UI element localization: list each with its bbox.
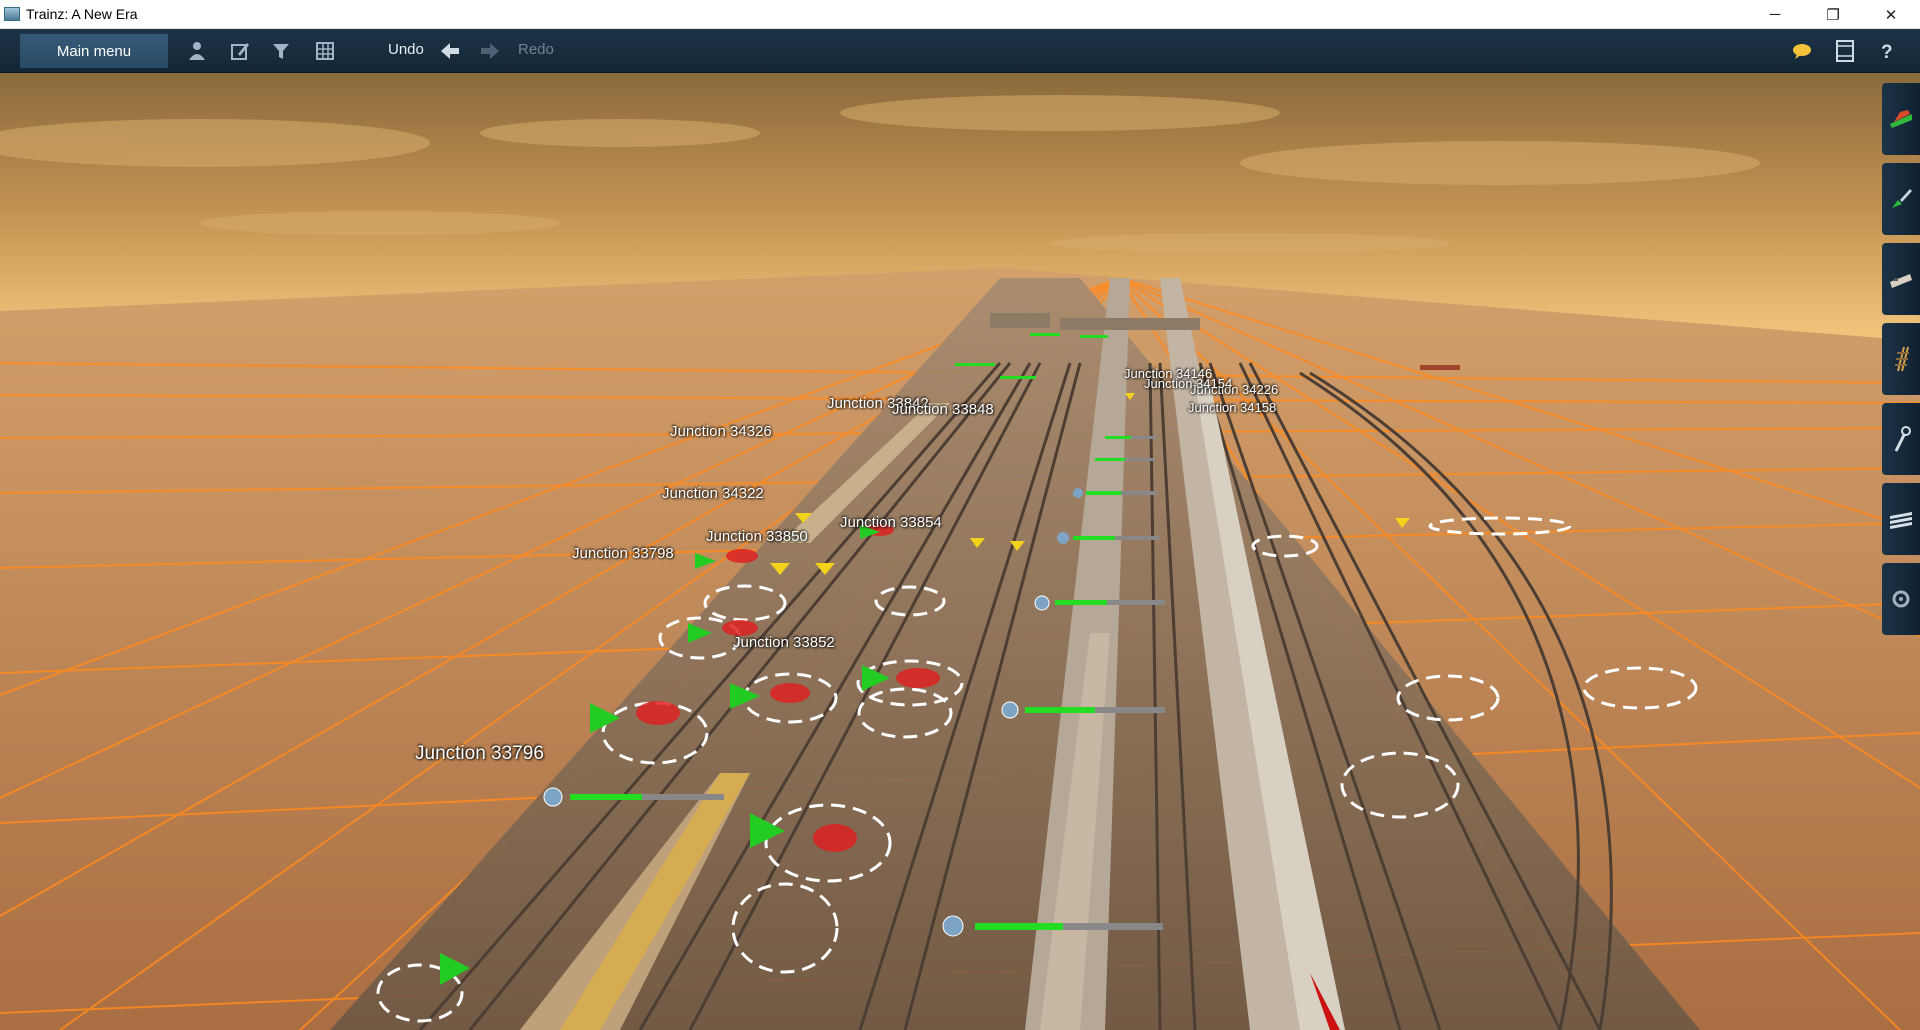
scene-canvas [0, 73, 1920, 1030]
junction-label[interactable]: Junction 33852 [733, 634, 835, 651]
junction-label[interactable]: Junction 34322 [662, 485, 764, 502]
maximize-button[interactable]: ❐ [1804, 0, 1862, 29]
main-menu-button[interactable]: Main menu [20, 34, 168, 68]
junction-label[interactable]: Junction 34146 [1124, 366, 1212, 381]
svg-text:?: ? [1881, 42, 1893, 62]
window-titlebar: Trainz: A New Era ─ ❐ ✕ [0, 0, 1920, 29]
junction-label[interactable]: Junction 33854 [840, 514, 942, 531]
junction-label[interactable]: Junction 34158 [1188, 400, 1276, 415]
junction-label[interactable]: Junction 34326 [670, 423, 772, 440]
grid-icon[interactable] [313, 39, 337, 63]
vehicle-tab-icon[interactable] [1882, 243, 1920, 315]
layers-tab-icon[interactable] [1882, 483, 1920, 555]
help-icon[interactable]: ? [1875, 39, 1899, 63]
redo-button[interactable]: Redo [518, 41, 554, 58]
film-icon[interactable] [1833, 39, 1857, 63]
undo-arrow-icon[interactable] [438, 39, 462, 63]
driver-icon[interactable] [185, 39, 209, 63]
undo-button[interactable]: Undo [388, 41, 424, 58]
close-button[interactable]: ✕ [1862, 0, 1920, 29]
chat-icon[interactable] [1790, 39, 1814, 63]
app-icon [4, 7, 20, 21]
filter-icon[interactable] [269, 39, 293, 63]
settings-tab-icon[interactable] [1882, 563, 1920, 635]
surveyor-3d-viewport[interactable]: Junction 33842 Junction 33848 Junction 3… [0, 73, 1920, 1030]
junction-label[interactable]: Junction 33850 [706, 528, 808, 545]
redo-arrow-icon[interactable] [478, 39, 502, 63]
track-tab-icon[interactable] [1882, 323, 1920, 395]
minimize-button[interactable]: ─ [1746, 0, 1804, 29]
junction-label[interactable]: Junction 33798 [572, 545, 674, 562]
junction-label[interactable]: Junction 33848 [892, 401, 994, 418]
paint-tab-icon[interactable] [1882, 163, 1920, 235]
train-tab-icon[interactable] [1882, 83, 1920, 155]
surveyor-toolbar: Main menu Undo Redo ? [0, 29, 1920, 73]
window-title: Trainz: A New Era [26, 6, 138, 22]
junction-label[interactable]: Junction 33796 [415, 743, 544, 765]
tools-tab-icon[interactable] [1882, 403, 1920, 475]
edit-icon[interactable] [228, 39, 252, 63]
